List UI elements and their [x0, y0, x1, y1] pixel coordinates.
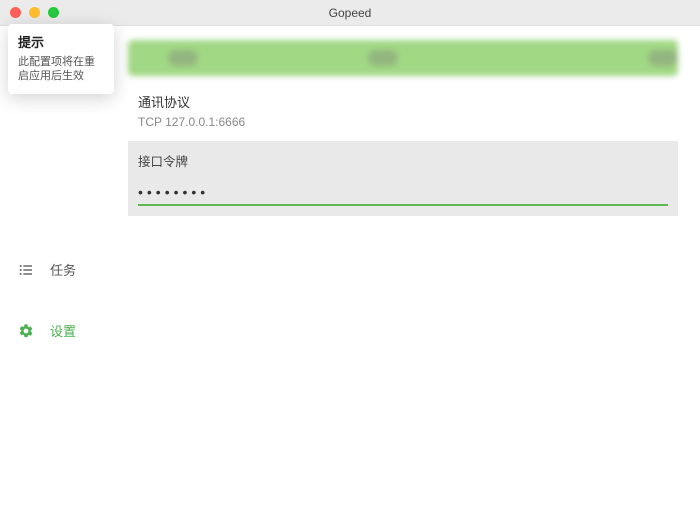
settings-tabs-blurred — [128, 40, 678, 76]
sidebar-item-settings[interactable]: 设置 — [0, 317, 124, 344]
main-content: 通讯协议 TCP 127.0.0.1:6666 接口令牌 — [124, 26, 700, 525]
list-icon — [18, 262, 34, 278]
token-input[interactable] — [138, 180, 668, 206]
token-section: 接口令牌 — [128, 141, 678, 216]
toast-title: 提示 — [18, 32, 104, 51]
toast-notification: 提示 此配置项将在重启应用后生效 — [8, 24, 114, 94]
sidebar-item-label: 设置 — [50, 321, 76, 340]
protocol-value: TCP 127.0.0.1:6666 — [138, 115, 668, 129]
sidebar-item-tasks[interactable]: 任务 — [0, 256, 124, 283]
token-label: 接口令牌 — [138, 151, 668, 170]
sidebar-item-label: 任务 — [50, 260, 76, 279]
protocol-section: 通讯协议 TCP 127.0.0.1:6666 — [128, 84, 678, 137]
sidebar: 任务 设置 — [0, 26, 124, 525]
titlebar: Gopeed — [0, 0, 700, 26]
protocol-label: 通讯协议 — [138, 92, 668, 111]
gear-icon — [18, 323, 34, 339]
window-title: Gopeed — [0, 6, 700, 20]
toast-body: 此配置项将在重启应用后生效 — [18, 55, 104, 84]
fullscreen-window-button[interactable] — [48, 7, 59, 18]
minimize-window-button[interactable] — [29, 7, 40, 18]
traffic-lights — [0, 7, 59, 18]
close-window-button[interactable] — [10, 7, 21, 18]
